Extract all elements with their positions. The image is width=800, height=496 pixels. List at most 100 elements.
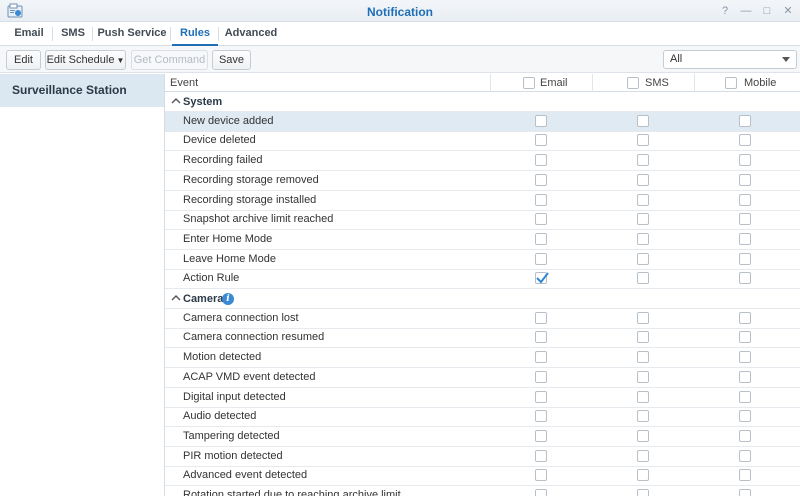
email-checkbox[interactable] bbox=[535, 272, 549, 286]
email-checkbox[interactable] bbox=[535, 331, 549, 345]
mobile-checkbox[interactable] bbox=[739, 252, 753, 267]
mobile-select-all-checkbox[interactable] bbox=[725, 77, 737, 89]
email-checkbox[interactable] bbox=[535, 351, 549, 365]
tab-rules[interactable]: Rules bbox=[172, 22, 218, 46]
chevron-up-icon[interactable] bbox=[171, 96, 181, 106]
mobile-checkbox[interactable] bbox=[739, 351, 753, 365]
edit-button[interactable]: Edit bbox=[6, 50, 41, 70]
mobile-checkbox[interactable] bbox=[739, 232, 753, 247]
mobile-checkbox[interactable] bbox=[739, 449, 753, 464]
email-checkbox[interactable] bbox=[535, 311, 549, 326]
table-row[interactable]: Advanced event detected bbox=[165, 466, 800, 487]
mobile-checkbox[interactable] bbox=[739, 272, 753, 286]
tab-email[interactable]: Email bbox=[6, 22, 52, 46]
sms-checkbox[interactable] bbox=[637, 429, 651, 444]
sms-checkbox[interactable] bbox=[637, 410, 651, 424]
email-checkbox[interactable] bbox=[535, 173, 549, 188]
table-row[interactable]: Audio detected bbox=[165, 407, 800, 428]
group-header-camera[interactable]: Camera i bbox=[165, 289, 800, 309]
mobile-checkbox[interactable] bbox=[739, 173, 753, 188]
mobile-checkbox[interactable] bbox=[739, 114, 753, 129]
table-row[interactable]: Camera connection lost bbox=[165, 309, 800, 329]
mobile-checkbox[interactable] bbox=[739, 390, 753, 405]
mobile-checkbox[interactable] bbox=[739, 331, 753, 345]
mobile-checkbox[interactable] bbox=[739, 469, 753, 483]
table-row[interactable]: ACAP VMD event detected bbox=[165, 368, 800, 388]
column-header-email[interactable]: Email bbox=[491, 74, 593, 92]
email-checkbox[interactable] bbox=[535, 252, 549, 267]
column-header-mobile[interactable]: Mobile bbox=[695, 74, 800, 92]
email-checkbox[interactable] bbox=[535, 193, 549, 208]
get-command-button[interactable]: Get Command bbox=[131, 50, 208, 70]
filter-select[interactable]: All bbox=[663, 50, 797, 69]
email-checkbox[interactable] bbox=[535, 469, 549, 483]
sms-checkbox[interactable] bbox=[637, 331, 651, 345]
email-select-all-checkbox[interactable] bbox=[523, 77, 535, 89]
sms-checkbox[interactable] bbox=[637, 311, 651, 326]
email-checkbox[interactable] bbox=[535, 410, 549, 424]
sms-checkbox[interactable] bbox=[637, 134, 651, 148]
sms-checkbox[interactable] bbox=[637, 390, 651, 405]
info-icon[interactable]: i bbox=[222, 293, 234, 305]
mobile-checkbox[interactable] bbox=[739, 154, 753, 168]
table-row[interactable]: Device deleted bbox=[165, 131, 800, 152]
table-row[interactable]: Snapshot archive limit reached bbox=[165, 210, 800, 231]
sms-checkbox[interactable] bbox=[637, 469, 651, 483]
mobile-checkbox[interactable] bbox=[739, 213, 753, 227]
table-row[interactable]: New device added bbox=[165, 111, 800, 132]
mobile-checkbox[interactable] bbox=[739, 134, 753, 148]
sms-checkbox[interactable] bbox=[637, 114, 651, 129]
tab-advanced[interactable]: Advanced bbox=[220, 22, 282, 46]
mobile-checkbox[interactable] bbox=[739, 193, 753, 208]
email-checkbox[interactable] bbox=[535, 213, 549, 227]
email-checkbox[interactable] bbox=[535, 154, 549, 168]
sms-checkbox[interactable] bbox=[637, 370, 651, 385]
sms-checkbox[interactable] bbox=[637, 449, 651, 464]
table-row[interactable]: Action Rule bbox=[165, 269, 800, 290]
table-row[interactable]: Recording storage removed bbox=[165, 171, 800, 191]
column-header-sms[interactable]: SMS bbox=[593, 74, 695, 92]
mobile-checkbox[interactable] bbox=[739, 410, 753, 424]
table-row[interactable]: Recording storage installed bbox=[165, 191, 800, 211]
email-checkbox[interactable] bbox=[535, 114, 549, 129]
sms-checkbox[interactable] bbox=[637, 232, 651, 247]
email-checkbox[interactable] bbox=[535, 134, 549, 148]
table-row[interactable]: Enter Home Mode bbox=[165, 230, 800, 250]
email-checkbox[interactable] bbox=[535, 232, 549, 247]
table-row[interactable]: Motion detected bbox=[165, 348, 800, 369]
sms-checkbox[interactable] bbox=[637, 252, 651, 267]
chevron-up-icon[interactable] bbox=[171, 293, 181, 303]
mobile-checkbox[interactable] bbox=[739, 429, 753, 444]
mobile-checkbox[interactable] bbox=[739, 311, 753, 326]
sms-checkbox[interactable] bbox=[637, 272, 651, 286]
maximize-icon[interactable]: □ bbox=[760, 5, 774, 17]
table-row[interactable]: Rotation started due to reaching archive… bbox=[165, 486, 800, 496]
table-row[interactable]: Leave Home Mode bbox=[165, 250, 800, 270]
edit-schedule-button[interactable]: Edit Schedule ▼ bbox=[45, 50, 126, 70]
sms-select-all-checkbox[interactable] bbox=[627, 77, 639, 89]
email-checkbox[interactable] bbox=[535, 370, 549, 385]
table-row[interactable]: Camera connection resumed bbox=[165, 328, 800, 349]
email-checkbox[interactable] bbox=[535, 390, 549, 405]
sms-checkbox[interactable] bbox=[637, 154, 651, 168]
help-icon[interactable]: ? bbox=[718, 5, 732, 17]
column-header-event[interactable]: Event bbox=[165, 74, 491, 92]
sms-checkbox[interactable] bbox=[637, 193, 651, 208]
table-row[interactable]: PIR motion detected bbox=[165, 447, 800, 467]
mobile-checkbox[interactable] bbox=[739, 489, 753, 496]
sidebar-item-surveillance-station[interactable]: Surveillance Station bbox=[0, 74, 164, 107]
sms-checkbox[interactable] bbox=[637, 351, 651, 365]
mobile-checkbox[interactable] bbox=[739, 370, 753, 385]
tab-push-service[interactable]: Push Service bbox=[94, 22, 170, 46]
minimize-icon[interactable]: — bbox=[739, 5, 753, 17]
tab-sms[interactable]: SMS bbox=[54, 22, 92, 46]
email-checkbox[interactable] bbox=[535, 489, 549, 496]
sms-checkbox[interactable] bbox=[637, 213, 651, 227]
sms-checkbox[interactable] bbox=[637, 173, 651, 188]
group-header-system[interactable]: System bbox=[165, 92, 800, 112]
table-row[interactable]: Recording failed bbox=[165, 151, 800, 172]
save-button[interactable]: Save bbox=[212, 50, 251, 70]
table-row[interactable]: Tampering detected bbox=[165, 427, 800, 447]
email-checkbox[interactable] bbox=[535, 449, 549, 464]
sms-checkbox[interactable] bbox=[637, 489, 651, 496]
